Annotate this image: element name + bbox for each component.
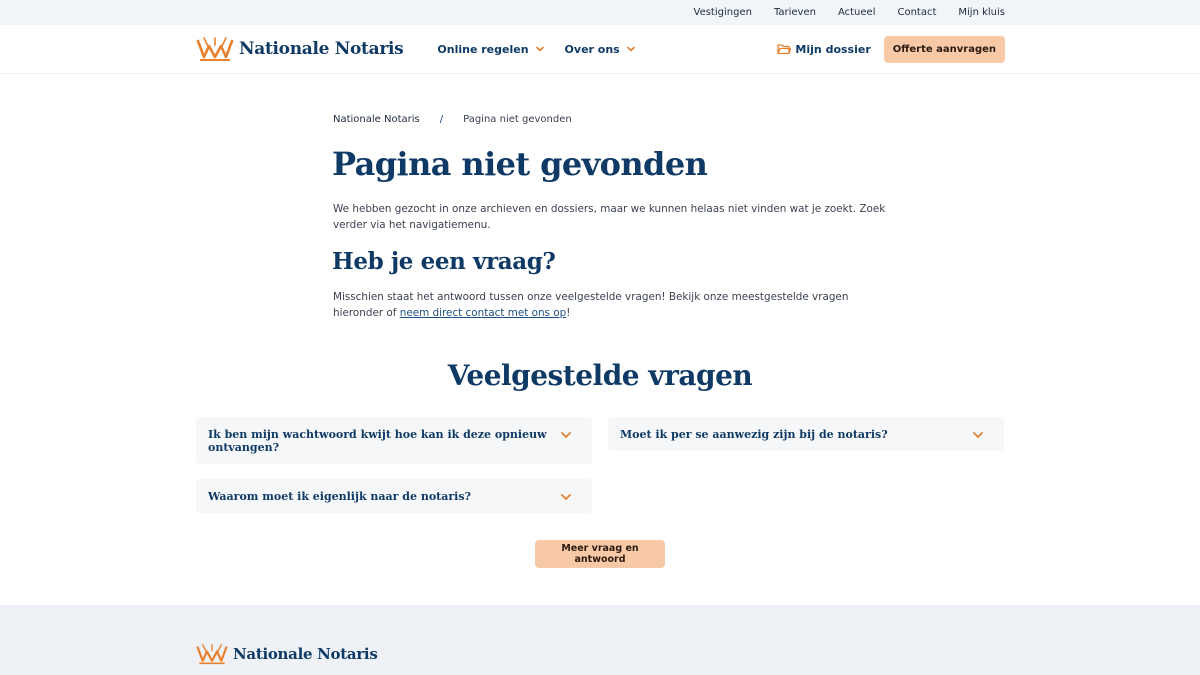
faq-item-question: Waarom moet ik eigenlijk naar de notaris… (208, 490, 471, 503)
contact-link[interactable]: neem direct contact met ons op (400, 307, 567, 319)
main-nav: Online regelen Over ons (437, 43, 635, 56)
topbar-link-actueel[interactable]: Actueel (838, 7, 876, 18)
crown-logo-icon (196, 37, 234, 61)
chevron-down-icon (561, 494, 571, 501)
faq-item-question: Ik ben mijn wachtwoord kwijt hoe kan ik … (208, 428, 547, 454)
footer: Nationale Notaris (0, 605, 1200, 675)
main-header: Nationale Notaris Online regelen Over on… (0, 25, 1200, 74)
faq-heading: Veelgestelde vragen (447, 359, 753, 392)
breadcrumb-home[interactable]: Nationale Notaris (333, 114, 420, 125)
chevron-down-icon (626, 46, 635, 52)
folder-icon (777, 44, 792, 55)
brand-logo[interactable]: Nationale Notaris (195, 36, 404, 62)
top-utility-bar: Vestigingen Tarieven Actueel Contact Mij… (0, 0, 1200, 25)
nav-online-regelen-label: Online regelen (437, 42, 529, 56)
topbar-link-tarieven[interactable]: Tarieven (774, 7, 816, 18)
chevron-down-icon (973, 432, 983, 439)
breadcrumb-current: Pagina niet gevonden (463, 114, 572, 125)
question-text: Misschien staat het antwoord tussen onze… (333, 289, 893, 321)
nav-over-ons[interactable]: Over ons (565, 43, 636, 56)
brand-name: Nationale Notaris (239, 39, 404, 59)
intro-text: We hebben gezocht in onze archieven en d… (333, 203, 886, 231)
faq-item-wachtwoord[interactable]: Ik ben mijn wachtwoord kwijt hoe kan ik … (196, 417, 592, 464)
faq-item-waarom[interactable]: Waarom moet ik eigenlijk naar de notaris… (196, 479, 592, 513)
topbar-link-contact[interactable]: Contact (897, 7, 936, 18)
faq-item-question: Moet ik per se aanwezig zijn bij de nota… (620, 428, 888, 441)
faq-item-aanwezig[interactable]: Moet ik per se aanwezig zijn bij de nota… (608, 417, 1004, 451)
chevron-down-icon (561, 432, 571, 439)
offerte-aanvragen-button[interactable]: Offerte aanvragen (883, 35, 1005, 63)
breadcrumb-separator: / (439, 114, 444, 125)
header-actions: Mijn dossier Offerte aanvragen (777, 35, 1005, 63)
question-text-after: ! (566, 307, 571, 319)
footer-brand-logo[interactable]: Nationale Notaris (195, 643, 378, 665)
topbar-link-vestigingen[interactable]: Vestigingen (694, 7, 752, 18)
question-heading: Heb je een vraag? (332, 248, 556, 275)
mijn-dossier-label: Mijn dossier (795, 42, 871, 56)
breadcrumb: Nationale Notaris / Pagina niet gevonden (333, 114, 572, 125)
topbar-link-mijn-kluis[interactable]: Mijn kluis (958, 7, 1005, 18)
crown-logo-icon (196, 644, 228, 665)
footer-brand-name: Nationale Notaris (233, 645, 378, 663)
nav-online-regelen[interactable]: Online regelen (437, 43, 544, 56)
nav-over-ons-label: Over ons (564, 42, 620, 56)
chevron-down-icon (535, 46, 544, 52)
page-title: Pagina niet gevonden (332, 145, 708, 183)
meer-vraag-en-antwoord-button[interactable]: Meer vraag en antwoord (535, 540, 665, 568)
mijn-dossier-link[interactable]: Mijn dossier (777, 42, 871, 56)
